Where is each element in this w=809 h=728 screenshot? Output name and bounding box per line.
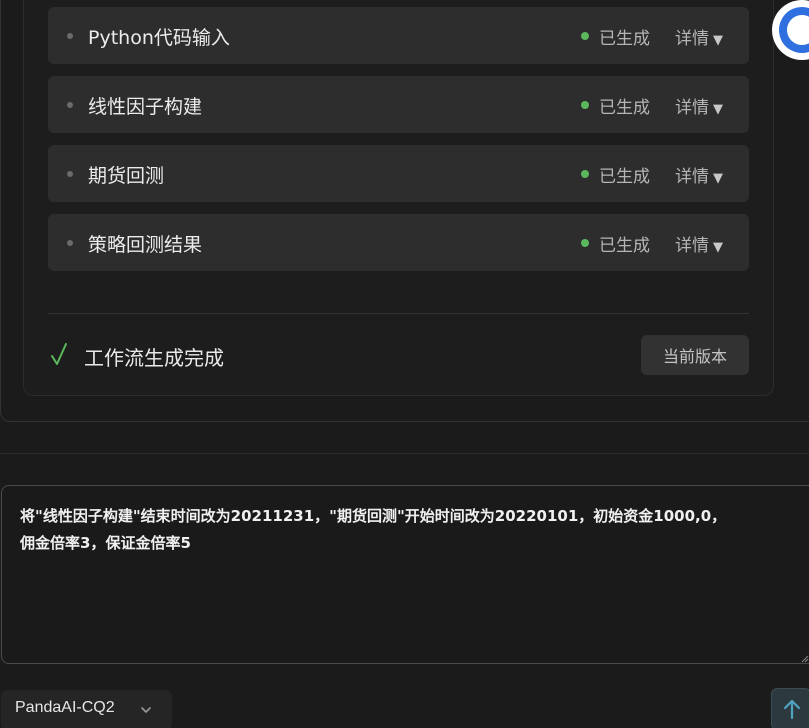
status-dot-icon	[581, 101, 589, 109]
current-version-button[interactable]: 当前版本	[641, 335, 749, 375]
divider	[48, 313, 749, 314]
details-label: 详情	[675, 98, 709, 118]
details-label: 详情	[675, 29, 709, 49]
caret-down-icon: ▼	[713, 102, 723, 117]
step-name: 策略回测结果	[88, 234, 203, 256]
step-name: 线性因子构建	[88, 96, 203, 118]
workflow-step[interactable]: 线性因子构建 已生成 详情 ▼	[48, 76, 749, 133]
model-select[interactable]: PandaAI-CQ2	[1, 690, 172, 728]
arrow-up-icon	[783, 699, 801, 720]
status-text: 已生成	[599, 29, 650, 49]
caret-down-icon: ▼	[713, 33, 723, 48]
status-text: 已生成	[599, 98, 650, 118]
workflow-step[interactable]: Python代码输入 已生成 详情 ▼	[48, 7, 749, 64]
model-select-value: PandaAI-CQ2	[15, 699, 115, 716]
details-label: 详情	[675, 236, 709, 256]
details-toggle[interactable]: 详情 ▼	[675, 231, 723, 256]
status-dot-icon	[581, 32, 589, 40]
assistant-logo-button[interactable]	[772, 0, 809, 60]
step-name: 期货回测	[88, 165, 165, 187]
bullet-icon	[67, 171, 73, 177]
details-toggle[interactable]: 详情 ▼	[675, 162, 723, 187]
check-icon	[51, 343, 67, 365]
workflow-step[interactable]: 期货回测 已生成 详情 ▼	[48, 145, 749, 202]
status-dot-icon	[581, 170, 589, 178]
details-toggle[interactable]: 详情 ▼	[675, 24, 723, 49]
caret-down-icon: ▼	[713, 171, 723, 186]
details-label: 详情	[675, 167, 709, 187]
workflow-step[interactable]: 策略回测结果 已生成 详情 ▼	[48, 214, 749, 271]
status-dot-icon	[581, 239, 589, 247]
caret-down-icon: ▼	[713, 240, 723, 255]
step-name: Python代码输入	[88, 27, 230, 49]
bullet-icon	[67, 33, 73, 39]
bullet-icon	[67, 102, 73, 108]
send-button[interactable]	[771, 688, 809, 728]
resize-handle-icon[interactable]	[801, 655, 809, 663]
details-toggle[interactable]: 详情 ▼	[675, 93, 723, 118]
prompt-text[interactable]: 将"线性因子构建"结束时间改为20211231，"期货回测"开始时间改为2022…	[20, 503, 809, 557]
section-divider	[0, 453, 809, 454]
status-text: 已生成	[599, 236, 650, 256]
status-text: 已生成	[599, 167, 650, 187]
prompt-input[interactable]: 将"线性因子构建"结束时间改为20211231，"期货回测"开始时间改为2022…	[1, 485, 809, 664]
bullet-icon	[67, 240, 73, 246]
workflow-complete-text: 工作流生成完成	[84, 346, 224, 370]
page: Python代码输入 已生成 详情 ▼ 线性因子构建 已生成 详情 ▼ 期货回测 已…	[0, 0, 809, 728]
chevron-down-icon	[141, 707, 151, 713]
logo-icon	[779, 6, 809, 53]
